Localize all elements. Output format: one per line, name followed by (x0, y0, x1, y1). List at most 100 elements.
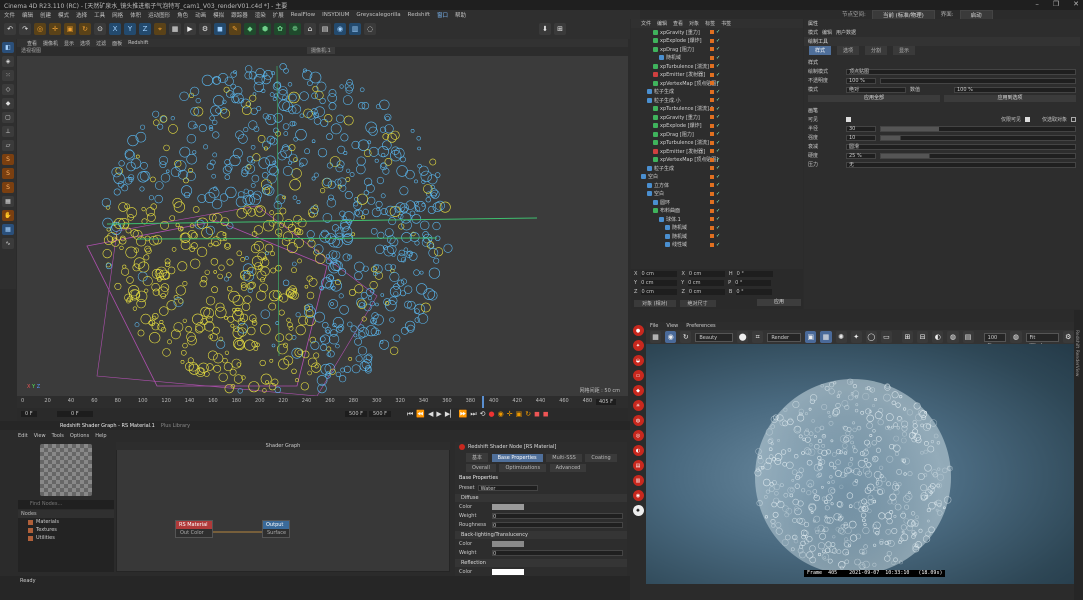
lens-icon[interactable]: ✺ (835, 331, 847, 343)
diffuse-weight-slider[interactable]: 0 (492, 512, 623, 520)
tab-shader-graph[interactable]: Redshift Shader Graph - RS Material.1 (60, 423, 155, 429)
viewport-menu-item[interactable]: Redshift (128, 40, 148, 46)
object-row[interactable]: 空白 ✓ (631, 173, 803, 182)
axis-mode-icon[interactable]: ⊥ (2, 126, 14, 137)
enabled-check-icon[interactable]: ✓ (716, 46, 720, 52)
layer-color-icon[interactable] (710, 132, 714, 137)
shader-graph-menu-item[interactable]: Options (70, 433, 89, 441)
rs-render-icon[interactable]: ● (632, 325, 644, 336)
autokey-icon[interactable]: ◉ (498, 410, 504, 419)
object-row[interactable]: 随机域 ✓ (631, 232, 803, 241)
region-icon[interactable]: ▣ (805, 331, 817, 343)
subdivide-icon[interactable]: ◆ (244, 23, 256, 35)
coord-mode-select[interactable]: 对象 (相对) (634, 300, 676, 307)
grid-icon[interactable]: ▦ (2, 224, 14, 235)
nodes-item-textures[interactable]: Textures (18, 526, 114, 534)
diffuse-roughness-slider[interactable]: 0 (492, 521, 623, 529)
object-row[interactable]: xpDrag [阻力] ✓ (631, 45, 803, 54)
enabled-check-icon[interactable]: ✓ (716, 29, 720, 35)
coord-value-field[interactable]: 0 cm (688, 279, 725, 286)
key-rot-icon[interactable]: ↻ (525, 410, 531, 419)
enabled-check-icon[interactable]: ✓ (716, 208, 720, 214)
rs-settings-icon[interactable]: ✹ (632, 505, 644, 516)
menu-item[interactable]: 渲染 (255, 11, 266, 19)
refl-color-swatch[interactable] (492, 568, 524, 575)
light-icon[interactable]: ◉ (334, 23, 346, 35)
coord-value-field[interactable]: 0 cm (688, 288, 725, 295)
layer-color-icon[interactable] (710, 72, 714, 77)
hardness-field[interactable]: 25 % (846, 152, 876, 159)
rs-camera-icon[interactable]: ◉ (632, 490, 644, 501)
camera-selector[interactable]: 摄像机.1 (307, 47, 335, 54)
menu-item[interactable]: Redshift (408, 12, 430, 18)
menu-item[interactable]: 创建 (40, 11, 51, 19)
opacity-slider[interactable] (880, 77, 1076, 84)
enabled-check-icon[interactable]: ✓ (716, 165, 720, 171)
object-row[interactable]: 粒子生成 ✓ (631, 164, 803, 173)
attr-menu-item[interactable]: 用户数据 (836, 29, 856, 36)
pen-icon[interactable]: ✎ (229, 23, 241, 35)
selected-only-checkbox[interactable] (1071, 117, 1076, 122)
viewport-menu-item[interactable]: 查看 (27, 40, 37, 47)
enabled-check-icon[interactable]: ✓ (716, 97, 720, 103)
object-row[interactable]: 空白 ✓ (631, 190, 803, 199)
layer-color-icon[interactable] (710, 174, 714, 179)
layer-color-icon[interactable] (710, 115, 714, 120)
layer-color-icon[interactable] (710, 183, 714, 188)
tab-multi-sss[interactable]: Multi-SSS (546, 454, 582, 462)
end-frame-field[interactable]: 500 F (369, 411, 392, 417)
start-frame-field[interactable]: 0 F (21, 411, 37, 417)
layer-color-icon[interactable] (710, 55, 714, 60)
layer-color-icon[interactable] (710, 140, 714, 145)
render-menu-item[interactable]: Preferences (686, 323, 715, 329)
play-icon[interactable]: ▶ (436, 410, 441, 419)
menu-item[interactable]: 运动图形 (148, 11, 170, 19)
rs-portal-icon[interactable]: ◎ (632, 430, 644, 441)
menu-item[interactable]: 窗口 (437, 11, 448, 19)
sculpt-icon[interactable]: ✋ (2, 210, 14, 221)
attr-tab[interactable]: 显示 (893, 46, 916, 55)
timeline[interactable]: 0 20 40 60 80 100 120 140 160 180 200 220 240 260 280 3… (17, 396, 628, 408)
render-settings-icon[interactable]: ⚙ (199, 23, 211, 35)
object-menu-item[interactable]: 对象 (689, 20, 699, 27)
layer-color-icon[interactable] (710, 149, 714, 154)
section-backlighting[interactable]: Back-lighting/Translucency (455, 531, 627, 539)
ruler-icon[interactable]: ▭ (880, 331, 893, 343)
render-mode-select[interactable]: Render (767, 332, 802, 342)
z-axis-icon[interactable]: Z (139, 23, 151, 35)
go-end-icon[interactable]: ⏭ (470, 410, 476, 419)
viewport-menu-item[interactable]: 摄像机 (43, 40, 58, 47)
go-start-icon[interactable]: ⏮ (407, 410, 413, 419)
enabled-check-icon[interactable]: ✓ (716, 191, 720, 197)
object-menu-item[interactable]: 编辑 (657, 20, 667, 27)
preview-end-field[interactable]: 500 F (345, 411, 368, 417)
shader-graph-menu-item[interactable]: Help (95, 433, 106, 441)
section-reflection[interactable]: Reflection (455, 559, 627, 567)
spline-icon[interactable]: ∿ (2, 238, 14, 249)
object-row[interactable]: xpExplode [爆炸] ✓ (631, 122, 803, 131)
enabled-check-icon[interactable]: ✓ (716, 114, 720, 120)
enabled-check-icon[interactable]: ✓ (716, 148, 720, 154)
close-button[interactable]: ✕ (1073, 0, 1079, 8)
enabled-check-icon[interactable]: ✓ (716, 233, 720, 239)
refresh-icon[interactable]: ↻ (680, 331, 692, 343)
visible-only-checkbox[interactable] (1024, 117, 1030, 122)
enabled-check-icon[interactable]: ✓ (716, 182, 720, 188)
move-icon[interactable]: ✛ (49, 23, 61, 35)
rs-sun-icon[interactable]: ☀ (632, 400, 644, 411)
edges-mode-icon[interactable]: ◇ (2, 84, 14, 95)
layer-color-icon[interactable] (710, 166, 714, 171)
enabled-check-icon[interactable]: ✓ (716, 199, 720, 205)
attr-tab[interactable]: 分割 (865, 46, 888, 55)
layer-color-icon[interactable] (710, 47, 714, 52)
cube-icon[interactable]: ◼ (214, 23, 226, 35)
viewport-menu-item[interactable]: 选项 (80, 40, 90, 47)
rs-light-icon[interactable]: ✦ (632, 340, 644, 351)
menu-item[interactable]: 跟踪器 (231, 11, 248, 19)
layer-color-icon[interactable] (710, 234, 714, 239)
menu-item[interactable]: 动画 (195, 11, 206, 19)
layer-color-icon[interactable] (710, 89, 714, 94)
tweak-mode-icon[interactable]: ▱ (2, 140, 14, 151)
render-view-icon[interactable]: ▶ (184, 23, 196, 35)
viewport-menu-item[interactable]: 显示 (64, 40, 74, 47)
